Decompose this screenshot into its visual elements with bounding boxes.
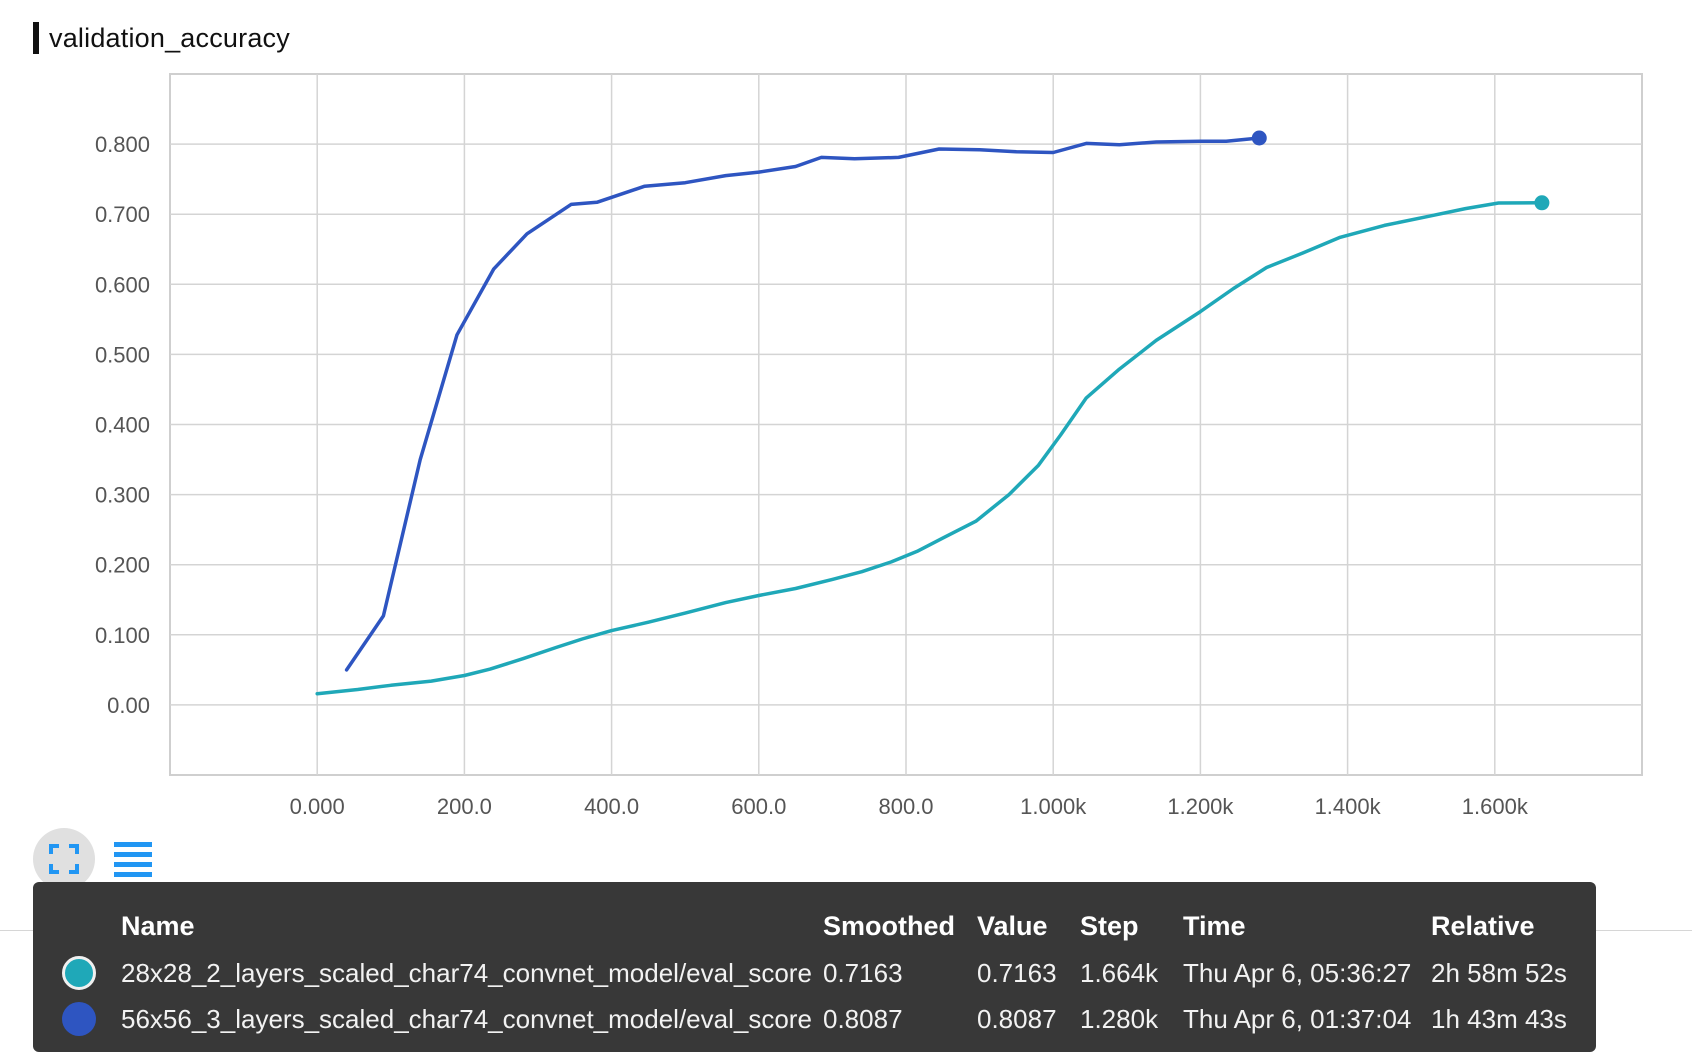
row-smoothed: 0.8087 xyxy=(823,1004,903,1034)
run-color-swatch xyxy=(62,956,96,990)
y-tick-labels: 0.00 0.100 0.200 0.300 0.400 0.500 0.600 0.700 0… xyxy=(95,132,150,718)
x-tick-label: 1.600k xyxy=(1462,794,1529,819)
x-tick-label: 800.0 xyxy=(878,794,933,819)
x-tick-label: 1.000k xyxy=(1020,794,1087,819)
row-name: 56x56_3_layers_scaled_char74_convnet_mod… xyxy=(121,1004,812,1034)
y-tick-label: 0.100 xyxy=(95,623,150,648)
row-value: 0.7163 xyxy=(977,958,1057,988)
header-relative: Relative xyxy=(1431,911,1535,941)
expand-button[interactable] xyxy=(33,828,95,890)
x-tick-label: 1.400k xyxy=(1315,794,1382,819)
x-tick-label: 1.200k xyxy=(1167,794,1234,819)
series-endpoint xyxy=(1251,130,1267,146)
row-relative: 1h 43m 43s xyxy=(1431,1004,1567,1034)
y-tick-label: 0.700 xyxy=(95,202,150,227)
header-value: Value xyxy=(977,911,1048,941)
run-color-swatch xyxy=(62,1002,96,1036)
row-relative: 2h 58m 52s xyxy=(1431,958,1567,988)
tooltip-row: 28x28_2_layers_scaled_char74_convnet_mod… xyxy=(33,951,1596,995)
header-step: Step xyxy=(1080,911,1139,941)
data-tooltip: Name Smoothed Value Step Time Relative 2… xyxy=(33,882,1596,1052)
list-lines-icon xyxy=(114,842,152,877)
line-chart[interactable]: 0.000 200.0 400.0 600.0 800.0 1.000k 1.200k 1.4… xyxy=(0,0,1692,820)
expand-fullscreen-icon xyxy=(49,844,79,874)
x-tick-labels: 0.000 200.0 400.0 600.0 800.0 1.000k 1.200k 1.4… xyxy=(290,794,1529,819)
series-endpoint xyxy=(1534,195,1550,211)
row-step: 1.664k xyxy=(1080,958,1159,988)
tooltip-header-row: Name Smoothed Value Step Time Relative xyxy=(33,904,1596,948)
row-time: Thu Apr 6, 05:36:27 xyxy=(1183,958,1412,988)
x-tick-label: 200.0 xyxy=(437,794,492,819)
header-time: Time xyxy=(1183,911,1246,941)
row-name: 28x28_2_layers_scaled_char74_convnet_mod… xyxy=(121,958,812,988)
y-tick-label: 0.00 xyxy=(107,693,150,718)
row-value: 0.8087 xyxy=(977,1004,1057,1034)
y-tick-label: 0.600 xyxy=(95,272,150,297)
row-smoothed: 0.7163 xyxy=(823,958,903,988)
row-time: Thu Apr 6, 01:37:04 xyxy=(1183,1004,1412,1034)
header-name: Name xyxy=(121,911,195,941)
data-list-button[interactable] xyxy=(114,842,152,878)
x-tick-label: 0.000 xyxy=(290,794,345,819)
y-tick-label: 0.500 xyxy=(95,342,150,367)
header-smoothed: Smoothed xyxy=(823,911,955,941)
tooltip-row: 56x56_3_layers_scaled_char74_convnet_mod… xyxy=(33,997,1596,1041)
y-tick-label: 0.400 xyxy=(95,413,150,438)
x-tick-label: 400.0 xyxy=(584,794,639,819)
y-tick-label: 0.200 xyxy=(95,553,150,578)
y-tick-label: 0.300 xyxy=(95,483,150,508)
y-tick-label: 0.800 xyxy=(95,132,150,157)
x-tick-label: 600.0 xyxy=(731,794,786,819)
row-step: 1.280k xyxy=(1080,1004,1159,1034)
